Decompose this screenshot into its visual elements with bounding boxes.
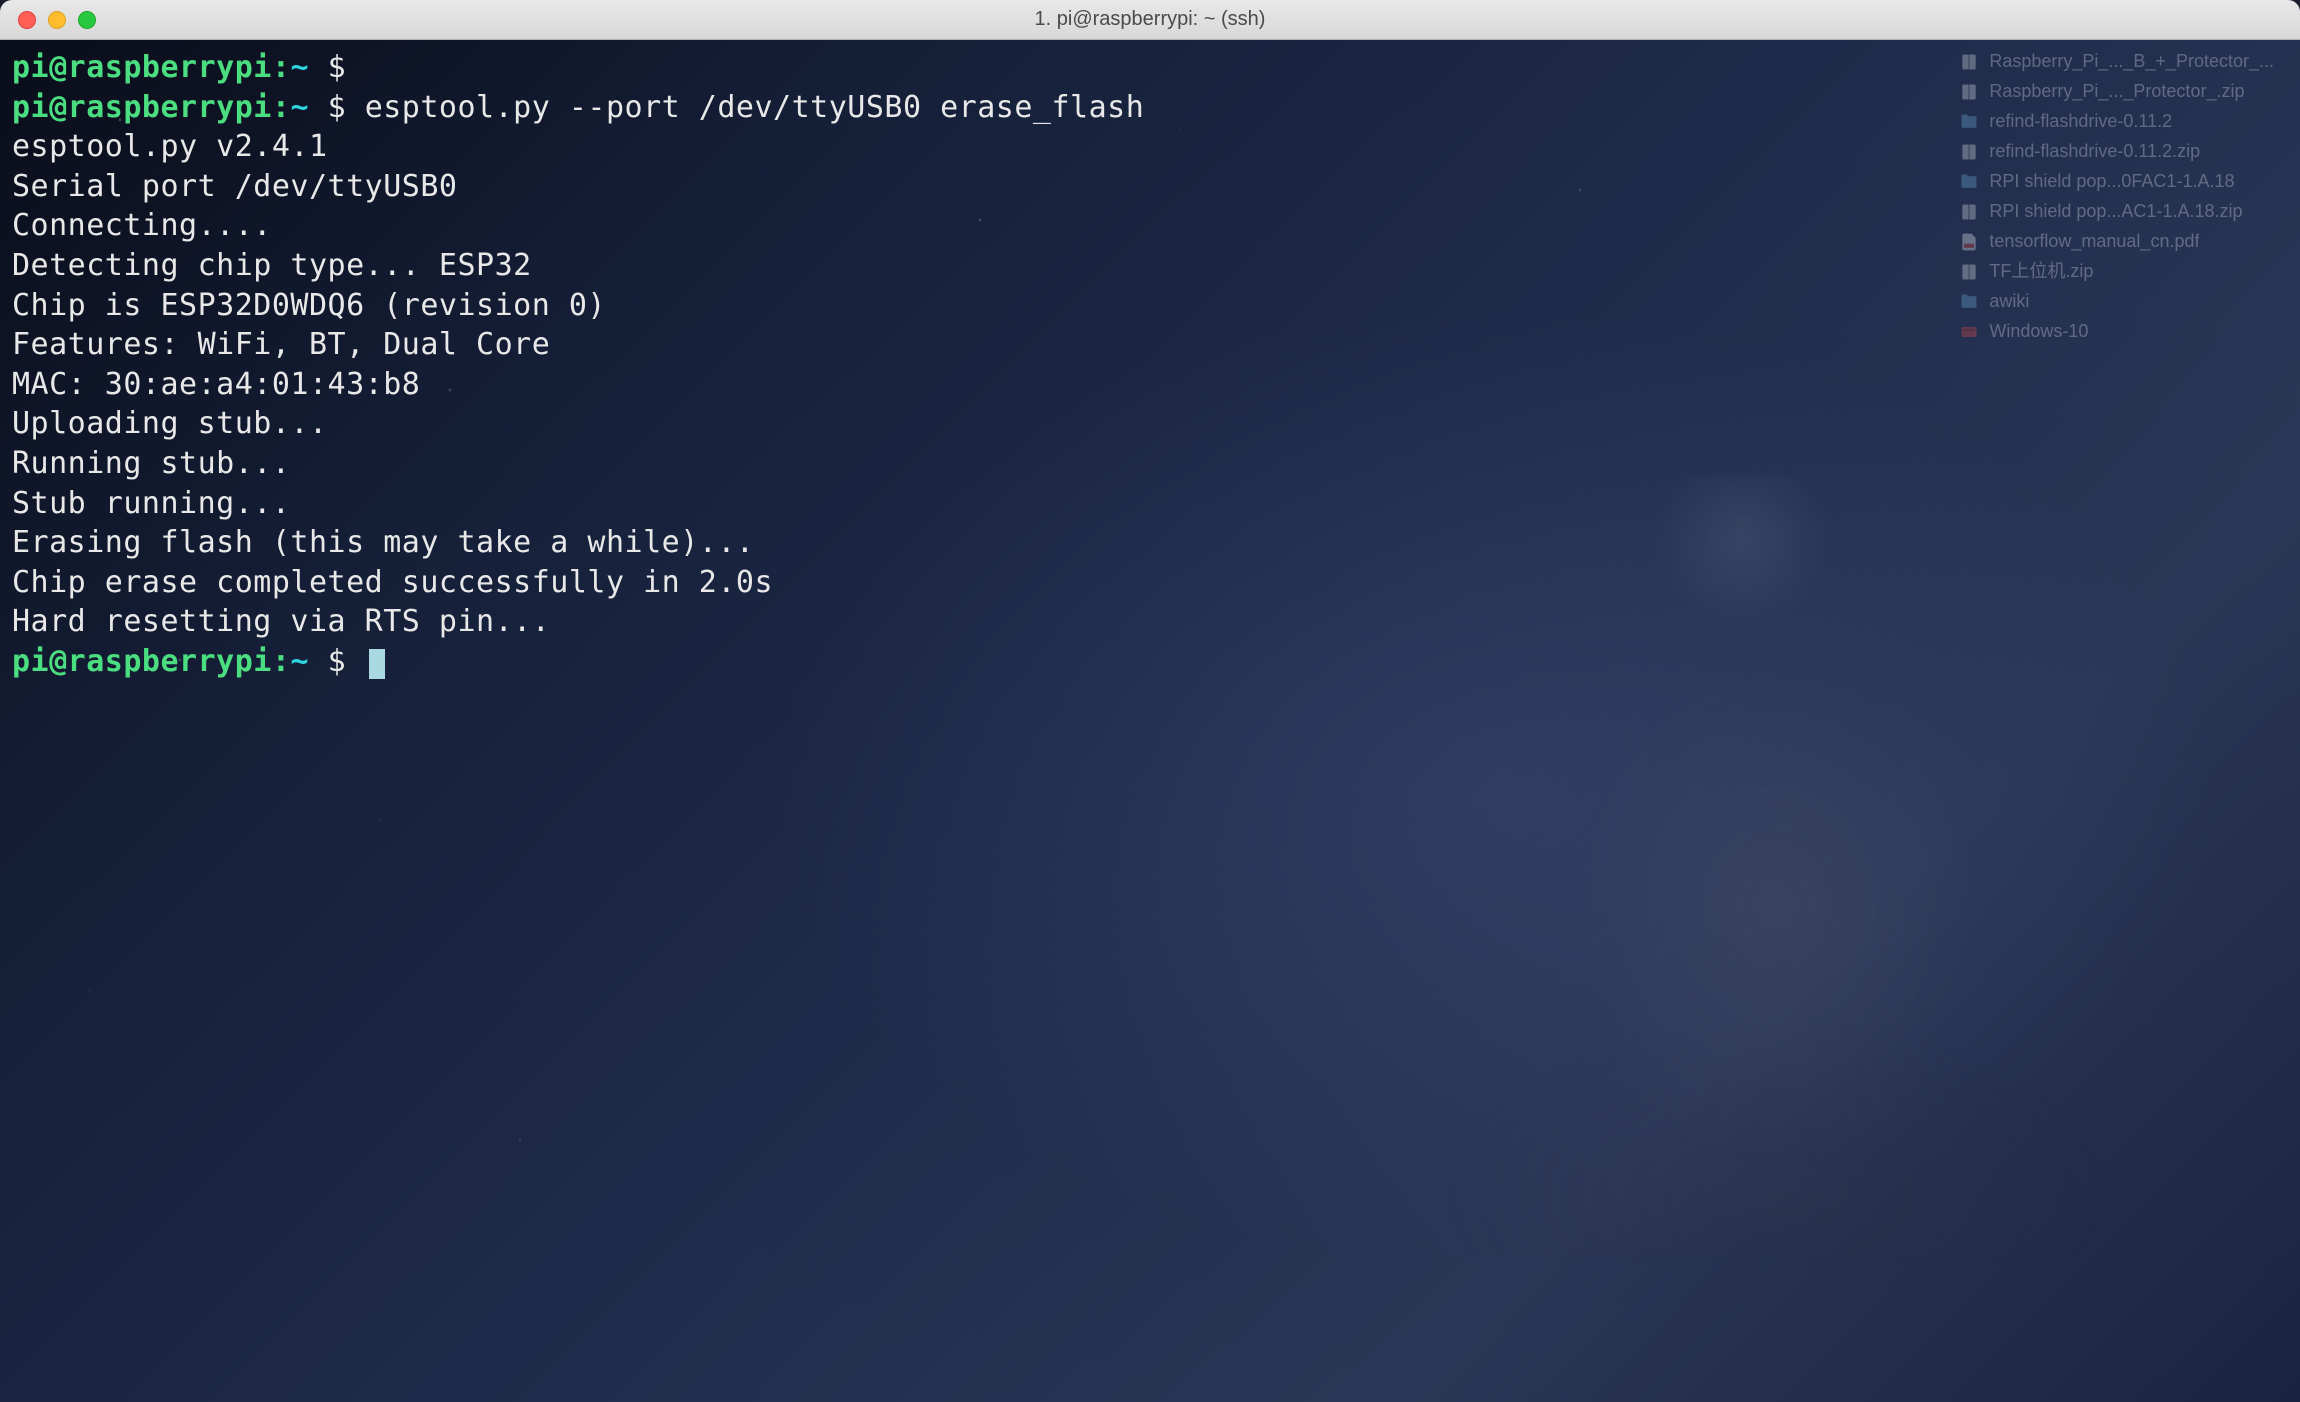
cursor: [369, 649, 385, 679]
output-line: Features: WiFi, BT, Dual Core: [12, 325, 2288, 365]
prompt-path: ~: [290, 90, 327, 125]
output-line: Connecting....: [12, 206, 2288, 246]
prompt-user-host: pi@raspberrypi: [12, 644, 272, 679]
window-title: 1. pi@raspberrypi: ~ (ssh): [1035, 8, 1266, 31]
output-text: Running stub...: [12, 446, 290, 481]
output-text: esptool.py v2.4.1: [12, 129, 328, 164]
minimize-button[interactable]: [48, 11, 66, 29]
output-text: Stub running...: [12, 486, 290, 521]
output-line: Hard resetting via RTS pin...: [12, 602, 2288, 642]
output-text: Uploading stub...: [12, 406, 328, 441]
prompt-separator: :: [272, 644, 291, 679]
output-text: Erasing flash (this may take a while)...: [12, 525, 754, 560]
prompt-user-host: pi@raspberrypi: [12, 50, 272, 85]
maximize-button[interactable]: [78, 11, 96, 29]
titlebar[interactable]: 1. pi@raspberrypi: ~ (ssh): [0, 0, 2300, 40]
output-line: MAC: 30:ae:a4:01:43:b8: [12, 365, 2288, 405]
prompt-symbol: $: [328, 644, 365, 679]
output-line: Erasing flash (this may take a while)...: [12, 523, 2288, 563]
traffic-lights: [18, 11, 96, 29]
output-text: Chip is ESP32D0WDQ6 (revision 0): [12, 288, 606, 323]
output-text: Hard resetting via RTS pin...: [12, 604, 550, 639]
terminal-output-area[interactable]: pi@raspberrypi:~ $ pi@raspberrypi:~ $ es…: [12, 48, 2288, 682]
output-line: Stub running...: [12, 484, 2288, 524]
prompt-separator: :: [272, 50, 291, 85]
output-line: esptool.py v2.4.1: [12, 127, 2288, 167]
prompt-line: pi@raspberrypi:~ $: [12, 642, 2288, 682]
prompt-line: pi@raspberrypi:~ $: [12, 48, 2288, 88]
terminal-body[interactable]: Raspberry_Pi_..._B_+_Protector_...Raspbe…: [0, 40, 2300, 1402]
terminal-window: 1. pi@raspberrypi: ~ (ssh) Raspberry_Pi_…: [0, 0, 2300, 1402]
output-line: Chip erase completed successfully in 2.0…: [12, 563, 2288, 603]
command-text: esptool.py --port /dev/ttyUSB0 erase_fla…: [365, 90, 1145, 125]
prompt-symbol: $: [328, 50, 365, 85]
prompt-path: ~: [290, 50, 327, 85]
output-text: Serial port /dev/ttyUSB0: [12, 169, 457, 204]
prompt-separator: :: [272, 90, 291, 125]
output-line: Serial port /dev/ttyUSB0: [12, 167, 2288, 207]
output-line: Running stub...: [12, 444, 2288, 484]
output-line: Chip is ESP32D0WDQ6 (revision 0): [12, 286, 2288, 326]
prompt-user-host: pi@raspberrypi: [12, 90, 272, 125]
output-text: Detecting chip type... ESP32: [12, 248, 532, 283]
output-text: Connecting....: [12, 208, 272, 243]
prompt-symbol: $: [328, 90, 365, 125]
prompt-path: ~: [290, 644, 327, 679]
output-text: Features: WiFi, BT, Dual Core: [12, 327, 550, 362]
output-line: Uploading stub...: [12, 404, 2288, 444]
prompt-line: pi@raspberrypi:~ $ esptool.py --port /de…: [12, 88, 2288, 128]
output-line: Detecting chip type... ESP32: [12, 246, 2288, 286]
output-text: MAC: 30:ae:a4:01:43:b8: [12, 367, 420, 402]
output-text: Chip erase completed successfully in 2.0…: [12, 565, 773, 600]
close-button[interactable]: [18, 11, 36, 29]
